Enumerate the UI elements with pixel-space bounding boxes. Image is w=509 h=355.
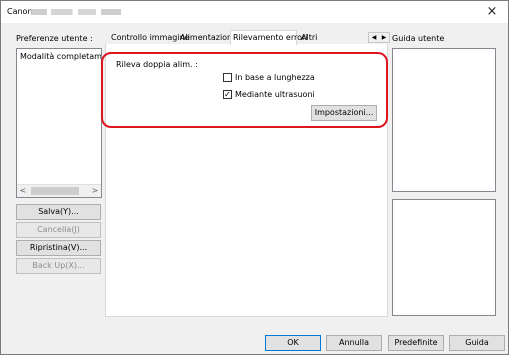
help-button[interactable]: Guida [449, 335, 505, 351]
tab-scroll-left-icon[interactable]: ◀ [369, 33, 379, 42]
user-guide-panel [392, 48, 496, 192]
double-feed-title: Rileva doppia alim. : [116, 60, 198, 69]
ultrasonic-checkbox[interactable]: ✓ [223, 90, 232, 99]
user-preferences-label: Preferenze utente : [16, 34, 93, 43]
by-length-checkbox[interactable] [223, 73, 232, 82]
user-guide-description-panel [392, 199, 496, 316]
close-button[interactable]: × [484, 4, 500, 20]
user-guide-label: Guida utente [392, 34, 445, 43]
cancel-button[interactable]: Annulla [326, 335, 382, 351]
list-item[interactable]: Modalità completamento [20, 52, 101, 61]
scroll-right-icon[interactable]: > [89, 185, 101, 197]
user-preferences-list[interactable]: Modalità completamento < > [16, 48, 102, 198]
window-title-blurred-text [31, 9, 121, 15]
settings-dialog: Canon × Preferenze utente : Modalità com… [0, 0, 509, 355]
horizontal-scrollbar[interactable]: < > [17, 184, 101, 197]
tab-error-detection[interactable]: Rilevamento errori [230, 30, 308, 45]
ok-button[interactable]: OK [265, 335, 321, 351]
save-button[interactable]: Salva(Y)... [16, 204, 101, 220]
tab-scroll-right-icon[interactable]: ▶ [379, 33, 389, 42]
backup-button[interactable]: Back Up(X)... [16, 258, 101, 274]
ultrasonic-label: Mediante ultrasuoni [235, 90, 315, 99]
window-title: Canon [7, 7, 33, 16]
title-bar: Canon × [1, 1, 508, 23]
restore-button[interactable]: Ripristina(V)... [16, 240, 101, 256]
scroll-left-icon[interactable]: < [17, 185, 29, 197]
scroll-thumb[interactable] [31, 187, 79, 195]
by-length-label: In base a lunghezza [235, 73, 315, 82]
tab-scroll-buttons[interactable]: ◀ ▶ [368, 32, 390, 43]
delete-button[interactable]: Cancella(J) [16, 222, 101, 238]
defaults-button[interactable]: Predefinite [388, 335, 444, 351]
settings-button[interactable]: Impostazioni... [311, 105, 377, 121]
